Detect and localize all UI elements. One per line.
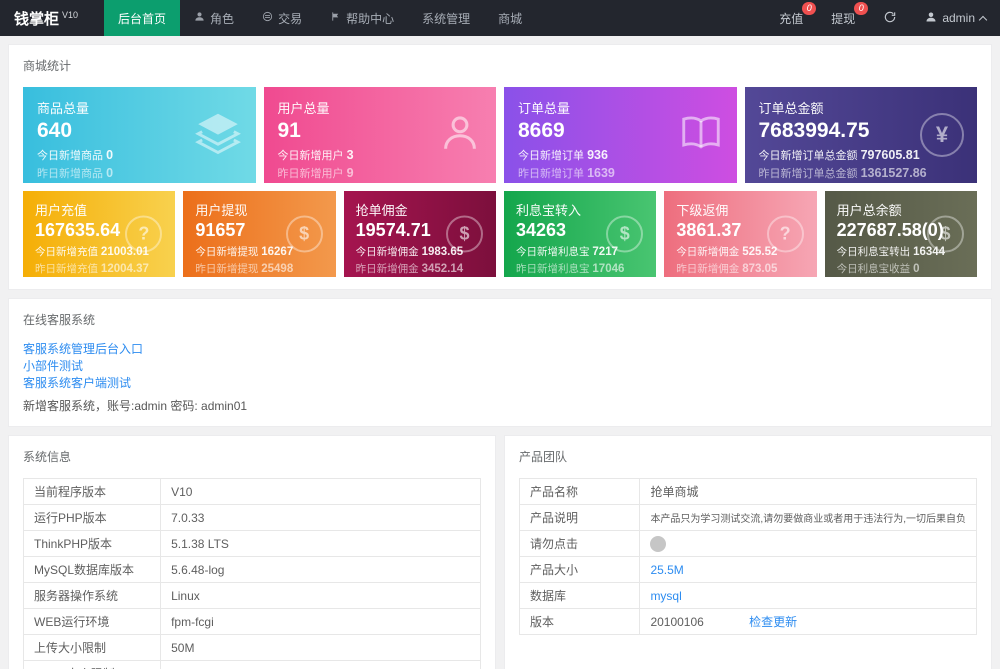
stat-card-goods-total: 商品总量 640 今日新增商品 0 昨日新增商品 0 [23,87,256,183]
stats-panel-title: 商城统计 [23,59,72,73]
bottom-panels: 系统信息 当前程序版本 V10 运行PHP版本 7.0.33 ThinkPHP版… [8,435,992,669]
dollar-icon: $ [926,215,964,253]
system-info-title: 系统信息 [23,450,72,464]
user-name: admin [942,11,975,25]
stat-card-users-total: 用户总量 91 今日新增用户 3 昨日新增用户 9 [263,87,496,183]
product-size-link[interactable]: 25.5M [650,563,683,577]
user-icon [437,110,483,161]
user-icon [925,11,937,26]
service-admin-link[interactable]: 客服系统管理后台入口 [23,341,977,357]
chevron-up-icon [978,15,988,24]
table-row: 产品名称 抢单商城 [518,478,977,505]
table-row: 服务器操作系统 Linux [22,582,481,609]
stat-card-orders-total: 订单总量 8669 今日新增订单 936 昨日新增订单 1639 [504,87,737,183]
stat-card-sub-commission: 下级返佣 3861.37 今日新增佣金 525.52 昨日新增佣金 873.05… [664,191,817,277]
check-update-link[interactable]: 检查更新 [749,615,797,629]
table-row: 版本 20100106 检查更新 [518,608,977,635]
system-info-table: 当前程序版本 V10 运行PHP版本 7.0.33 ThinkPHP版本 5.1… [22,478,481,669]
dollar-icon: $ [445,215,483,253]
recharge-badge: 0 [802,2,817,15]
nav-item-mall[interactable]: 商城 [484,0,536,36]
withdraw-badge: 0 [854,2,869,15]
question-icon: ? [125,215,163,253]
brand-version: V10 [62,10,79,20]
withdraw-button[interactable]: 提现 0 [817,0,869,36]
navbar-right: 充值 0 提现 0 admin [765,0,1000,36]
version-value: 20100106 [650,615,704,629]
service-client-link[interactable]: 客服系统客户端测试 [23,375,977,391]
table-row: WEB运行环境 fpm-fcgi [22,608,481,635]
table-row: MySQL数据库版本 5.6.48-log [22,556,481,583]
stat-card-order-amount: 订单总金额 7683994.75 今日新增订单总金额 797605.81 昨日新… [744,87,977,183]
nav-item-system[interactable]: 系统管理 [408,0,484,36]
database-link[interactable]: mysql [650,589,681,603]
person-icon [194,11,205,25]
brand-logo[interactable]: 钱掌柜 V10 [0,0,104,36]
service-account-note: 新增客服系统，账号:admin 密码: admin01 [23,399,248,413]
stats-panel: 商城统计 商品总量 640 今日新增商品 0 昨日新增商品 0 用户总量 91 … [8,44,992,290]
qq-icon[interactable] [650,535,667,552]
table-row: POST大小限制 50M [22,660,481,669]
product-team-title: 产品团队 [519,450,568,464]
product-team-panel: 产品团队 产品名称 抢单商城 产品说明 本产品只为学习测试交流,请勿要做商业或者… [504,435,992,669]
stat-card-user-balance: 用户总余额 227687.58(0) 今日利息宝转出 16344 今日利息宝收益… [824,191,977,277]
exchange-icon [262,11,273,25]
table-row: 运行PHP版本 7.0.33 [22,504,481,531]
flag-icon [330,11,341,25]
refresh-icon [883,10,897,27]
table-row: 产品大小 25.5M [518,556,977,583]
brand-name: 钱掌柜 [14,10,60,28]
nav-item-roles[interactable]: 角色 [180,0,248,36]
table-row: 数据库 mysql [518,582,977,609]
stat-card-interest-in: 利息宝转入 34263 今日新增利息宝 7217 昨日新增利息宝 17046 $ [503,191,657,277]
book-icon [678,110,724,161]
nav-item-help[interactable]: 帮助中心 [316,0,408,36]
stat-card-order-commission: 抢单佣金 19574.71 今日新增佣金 1983.65 昨日新增佣金 3452… [343,191,496,277]
system-info-panel: 系统信息 当前程序版本 V10 运行PHP版本 7.0.33 ThinkPHP版… [8,435,496,669]
recharge-button[interactable]: 充值 0 [765,0,817,36]
small-cards-row: 用户充值 167635.64 今日新增充值 21003.01 昨日新增充值 12… [23,191,977,277]
product-team-table: 产品名称 抢单商城 产品说明 本产品只为学习测试交流,请勿要做商业或者用于违法行… [518,478,977,635]
main-content: 商城统计 商品总量 640 今日新增商品 0 昨日新增商品 0 用户总量 91 … [0,36,1000,669]
table-row: 上传大小限制 50M [22,634,481,661]
service-panel-title: 在线客服系统 [23,313,96,327]
main-nav: 后台首页 角色 交易 帮助中心 系统管理 商城 [104,0,536,36]
table-row: ThinkPHP版本 5.1.38 LTS [22,530,481,557]
table-row: 当前程序版本 V10 [22,478,481,505]
refresh-button[interactable] [869,0,911,36]
question-icon: ? [766,215,804,253]
dollar-icon: $ [606,215,644,253]
nav-item-home[interactable]: 后台首页 [104,0,181,36]
user-menu[interactable]: admin [911,0,1000,36]
dollar-icon: $ [285,215,323,253]
stat-card-user-recharge: 用户充值 167635.64 今日新增充值 21003.01 昨日新增充值 12… [23,191,176,277]
nav-item-trade[interactable]: 交易 [248,0,316,36]
widget-test-link[interactable]: 小部件测试 [23,358,977,374]
top-navbar: 钱掌柜 V10 后台首页 角色 交易 帮助中心 系统管理 商城 充值 0 提现 … [0,0,1000,36]
table-row: 产品说明 本产品只为学习测试交流,请勿要做商业或者用于违法行为,一切后果自负 [518,504,977,531]
layers-icon [193,108,243,163]
stat-card-user-withdraw: 用户提现 91657 今日新增提现 16267 昨日新增提现 25498 $ [183,191,336,277]
table-row: 请勿点击 [518,530,977,557]
yen-icon: ¥ [920,113,964,157]
big-cards-row: 商品总量 640 今日新增商品 0 昨日新增商品 0 用户总量 91 今日新增用… [23,87,977,183]
service-panel: 在线客服系统 客服系统管理后台入口 小部件测试 客服系统客户端测试 新增客服系统… [8,298,992,427]
